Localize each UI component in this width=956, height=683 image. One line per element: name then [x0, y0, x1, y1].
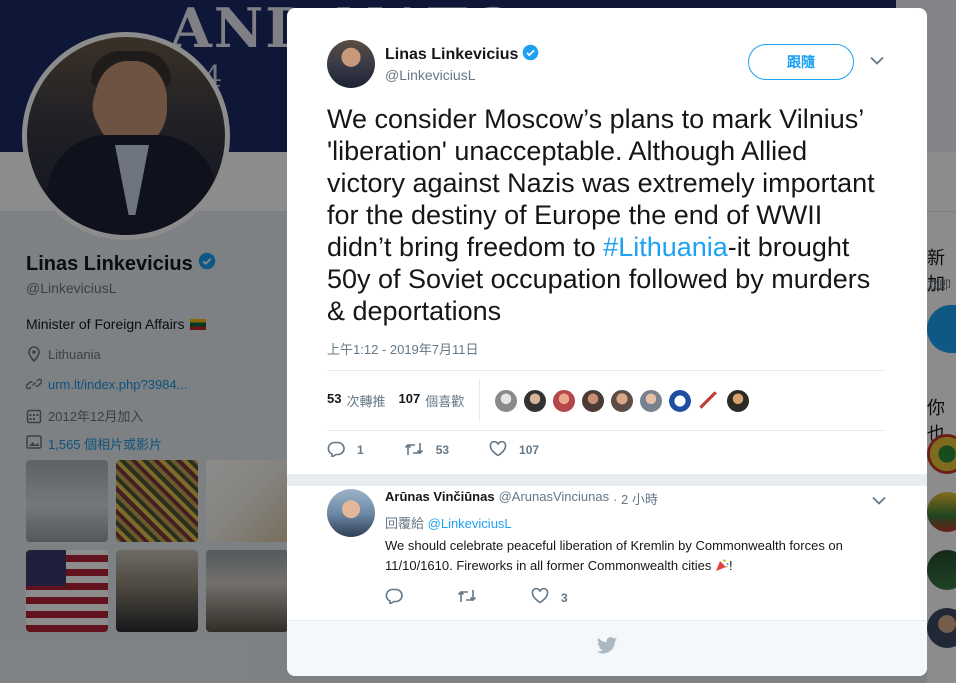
likes-label: 個喜歡	[425, 394, 465, 409]
reply-like-action[interactable]: 3	[531, 587, 568, 607]
replying-to-handle[interactable]: @LinkeviciusL	[428, 516, 512, 531]
retweet-icon	[457, 588, 477, 607]
modal-footer	[287, 620, 927, 676]
author-handle[interactable]: @LinkeviciusL	[385, 67, 475, 83]
replying-to: 回覆給 @LinkeviciusL	[385, 513, 512, 532]
reply-retweet-action[interactable]	[457, 588, 477, 607]
replying-to-label: 回覆給	[385, 516, 425, 531]
reply-text: We should celebrate peaceful liberation …	[385, 538, 843, 573]
retweets-count: 53	[327, 391, 342, 406]
reply-count: 1	[357, 443, 364, 457]
tweet-actions: 1 53 107	[327, 430, 579, 470]
liker-avatar[interactable]	[494, 388, 519, 413]
like-action[interactable]: 107	[489, 440, 540, 460]
liker-avatars	[494, 388, 751, 413]
reply-author-name[interactable]: Arūnas Vinčiūnas	[385, 489, 495, 508]
hashtag-link[interactable]: #Lithuania	[603, 232, 728, 262]
retweets-label: 次轉推	[346, 394, 386, 409]
liker-avatar[interactable]	[523, 388, 548, 413]
retweets-stat[interactable]: 53 次轉推	[327, 391, 385, 410]
tweet-header: Linas Linkevicius @LinkeviciusL 跟隨	[327, 40, 887, 90]
retweet-icon	[404, 441, 424, 460]
author-name-row[interactable]: Linas Linkevicius	[385, 44, 539, 66]
reply-author-avatar[interactable]	[327, 489, 375, 537]
verified-badge-icon	[522, 44, 539, 66]
reply-icon	[385, 588, 403, 607]
reply-tweet[interactable]: Arūnas Vinčiūnas @ArunasVinciunas · 2 小時…	[327, 486, 887, 616]
liker-avatar[interactable]	[726, 388, 751, 413]
tweet-text: We consider Moscow’s plans to mark Vilni…	[327, 103, 892, 327]
author-avatar[interactable]	[327, 40, 375, 88]
retweet-action[interactable]: 53	[404, 441, 449, 460]
follow-button[interactable]: 跟隨	[748, 44, 854, 80]
reply-icon	[327, 441, 345, 460]
replies-separator	[287, 474, 927, 486]
reply-action[interactable]: 1	[327, 441, 364, 460]
likes-count: 107	[398, 391, 421, 406]
party-popper-icon	[715, 558, 729, 572]
liker-avatar[interactable]	[610, 388, 635, 413]
chevron-down-icon[interactable]	[871, 492, 887, 508]
tweet-timestamp[interactable]: 上午1:12 - 2019年7月11日	[327, 339, 479, 358]
reply-text-block: We should celebrate peaceful liberation …	[385, 536, 885, 576]
reply-actions: 3	[385, 587, 622, 607]
reply-header: Arūnas Vinčiūnas @ArunasVinciunas · 2 小時	[385, 489, 658, 508]
likes-stat[interactable]: 107 個喜歡	[398, 391, 464, 410]
stats-divider	[479, 379, 481, 422]
reply-like-count: 3	[561, 590, 568, 605]
like-icon	[531, 587, 549, 607]
liker-avatar[interactable]	[552, 388, 577, 413]
reply-author-handle[interactable]: @ArunasVinciunas	[499, 489, 610, 508]
tweet-stats: 53 次轉推 107 個喜歡	[327, 370, 886, 431]
reply-text-end: !	[728, 558, 733, 573]
chevron-down-icon[interactable]	[869, 52, 885, 68]
twitter-bird-icon	[596, 637, 618, 660]
tweet-modal: Linas Linkevicius @LinkeviciusL 跟隨 We co…	[287, 8, 927, 676]
like-count: 107	[519, 443, 540, 457]
author-name[interactable]: Linas Linkevicius	[385, 46, 518, 64]
liker-avatar[interactable]	[639, 388, 664, 413]
reply-time[interactable]: · 2 小時	[613, 489, 658, 508]
liker-avatar[interactable]	[668, 388, 693, 413]
liker-avatar[interactable]	[697, 388, 722, 413]
retweet-count: 53	[435, 443, 450, 457]
reply-reply-action[interactable]	[385, 588, 403, 607]
like-icon	[489, 440, 507, 460]
liker-avatar[interactable]	[581, 388, 606, 413]
